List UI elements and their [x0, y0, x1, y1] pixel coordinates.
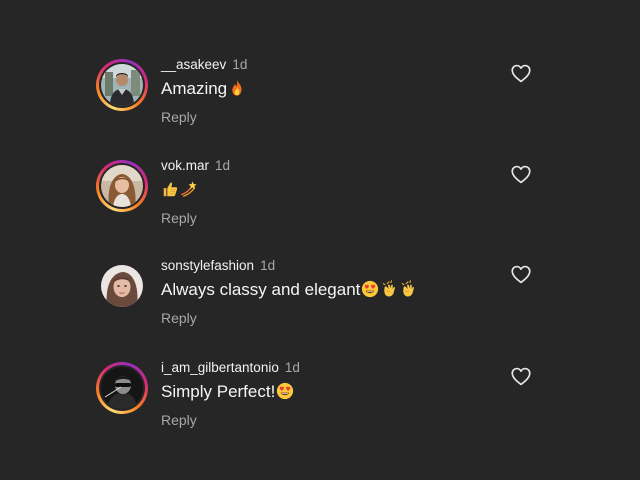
comment-text-body: Simply Perfect! [161, 382, 276, 401]
comment-text: Simply Perfect! [161, 381, 294, 403]
comment: sonstylefashion 1d Always classy and eleg… [0, 258, 640, 348]
reply-button[interactable]: Reply [161, 109, 197, 125]
comment-text-body: Always classy and elegant [161, 280, 361, 299]
comment-username[interactable]: sonstylefashion [161, 258, 254, 273]
comment-text [161, 179, 198, 201]
comments-list: __asakeev 1d Amazing Reply vok.mar 1d Re… [0, 0, 640, 480]
avatar[interactable] [101, 64, 143, 106]
comment-time: 1d [232, 57, 248, 72]
reply-button[interactable]: Reply [161, 412, 197, 428]
avatar[interactable] [101, 265, 143, 307]
comment-time: 1d [260, 258, 276, 273]
comment-text-body: Amazing [161, 79, 228, 98]
avatar-story-ring[interactable] [96, 362, 148, 414]
avatar-story-ring[interactable] [96, 160, 148, 212]
heart-eyes-emoji-icon [361, 280, 379, 298]
dizzy-emoji-icon [180, 180, 198, 198]
comment: vok.mar 1d Reply [0, 158, 640, 248]
like-heart-icon[interactable] [511, 165, 531, 184]
comment: i_am_gilbertantonio 1d Simply Perfect! Re… [0, 360, 640, 450]
clapping-emoji-icon [399, 280, 417, 298]
like-heart-icon[interactable] [511, 265, 531, 284]
comment-time: 1d [284, 360, 300, 375]
comment-text: Amazing [161, 78, 246, 100]
clapping-emoji-icon [380, 280, 398, 298]
avatar[interactable] [101, 165, 143, 207]
comment-username[interactable]: i_am_gilbertantonio [161, 360, 279, 375]
avatar-frame[interactable] [96, 260, 148, 312]
like-heart-icon[interactable] [511, 64, 531, 83]
comment-time: 1d [215, 158, 231, 173]
avatar-story-ring[interactable] [96, 59, 148, 111]
comment-username[interactable]: __asakeev [161, 57, 226, 72]
thumbs-up-emoji-icon [161, 180, 179, 198]
like-heart-icon[interactable] [511, 367, 531, 386]
avatar[interactable] [101, 367, 143, 409]
comment-username[interactable]: vok.mar [161, 158, 209, 173]
reply-button[interactable]: Reply [161, 310, 197, 326]
fire-emoji-icon [228, 79, 246, 97]
comment: __asakeev 1d Amazing Reply [0, 57, 640, 147]
heart-eyes-emoji-icon [276, 382, 294, 400]
reply-button[interactable]: Reply [161, 210, 197, 226]
comment-text: Always classy and elegant [161, 279, 417, 301]
